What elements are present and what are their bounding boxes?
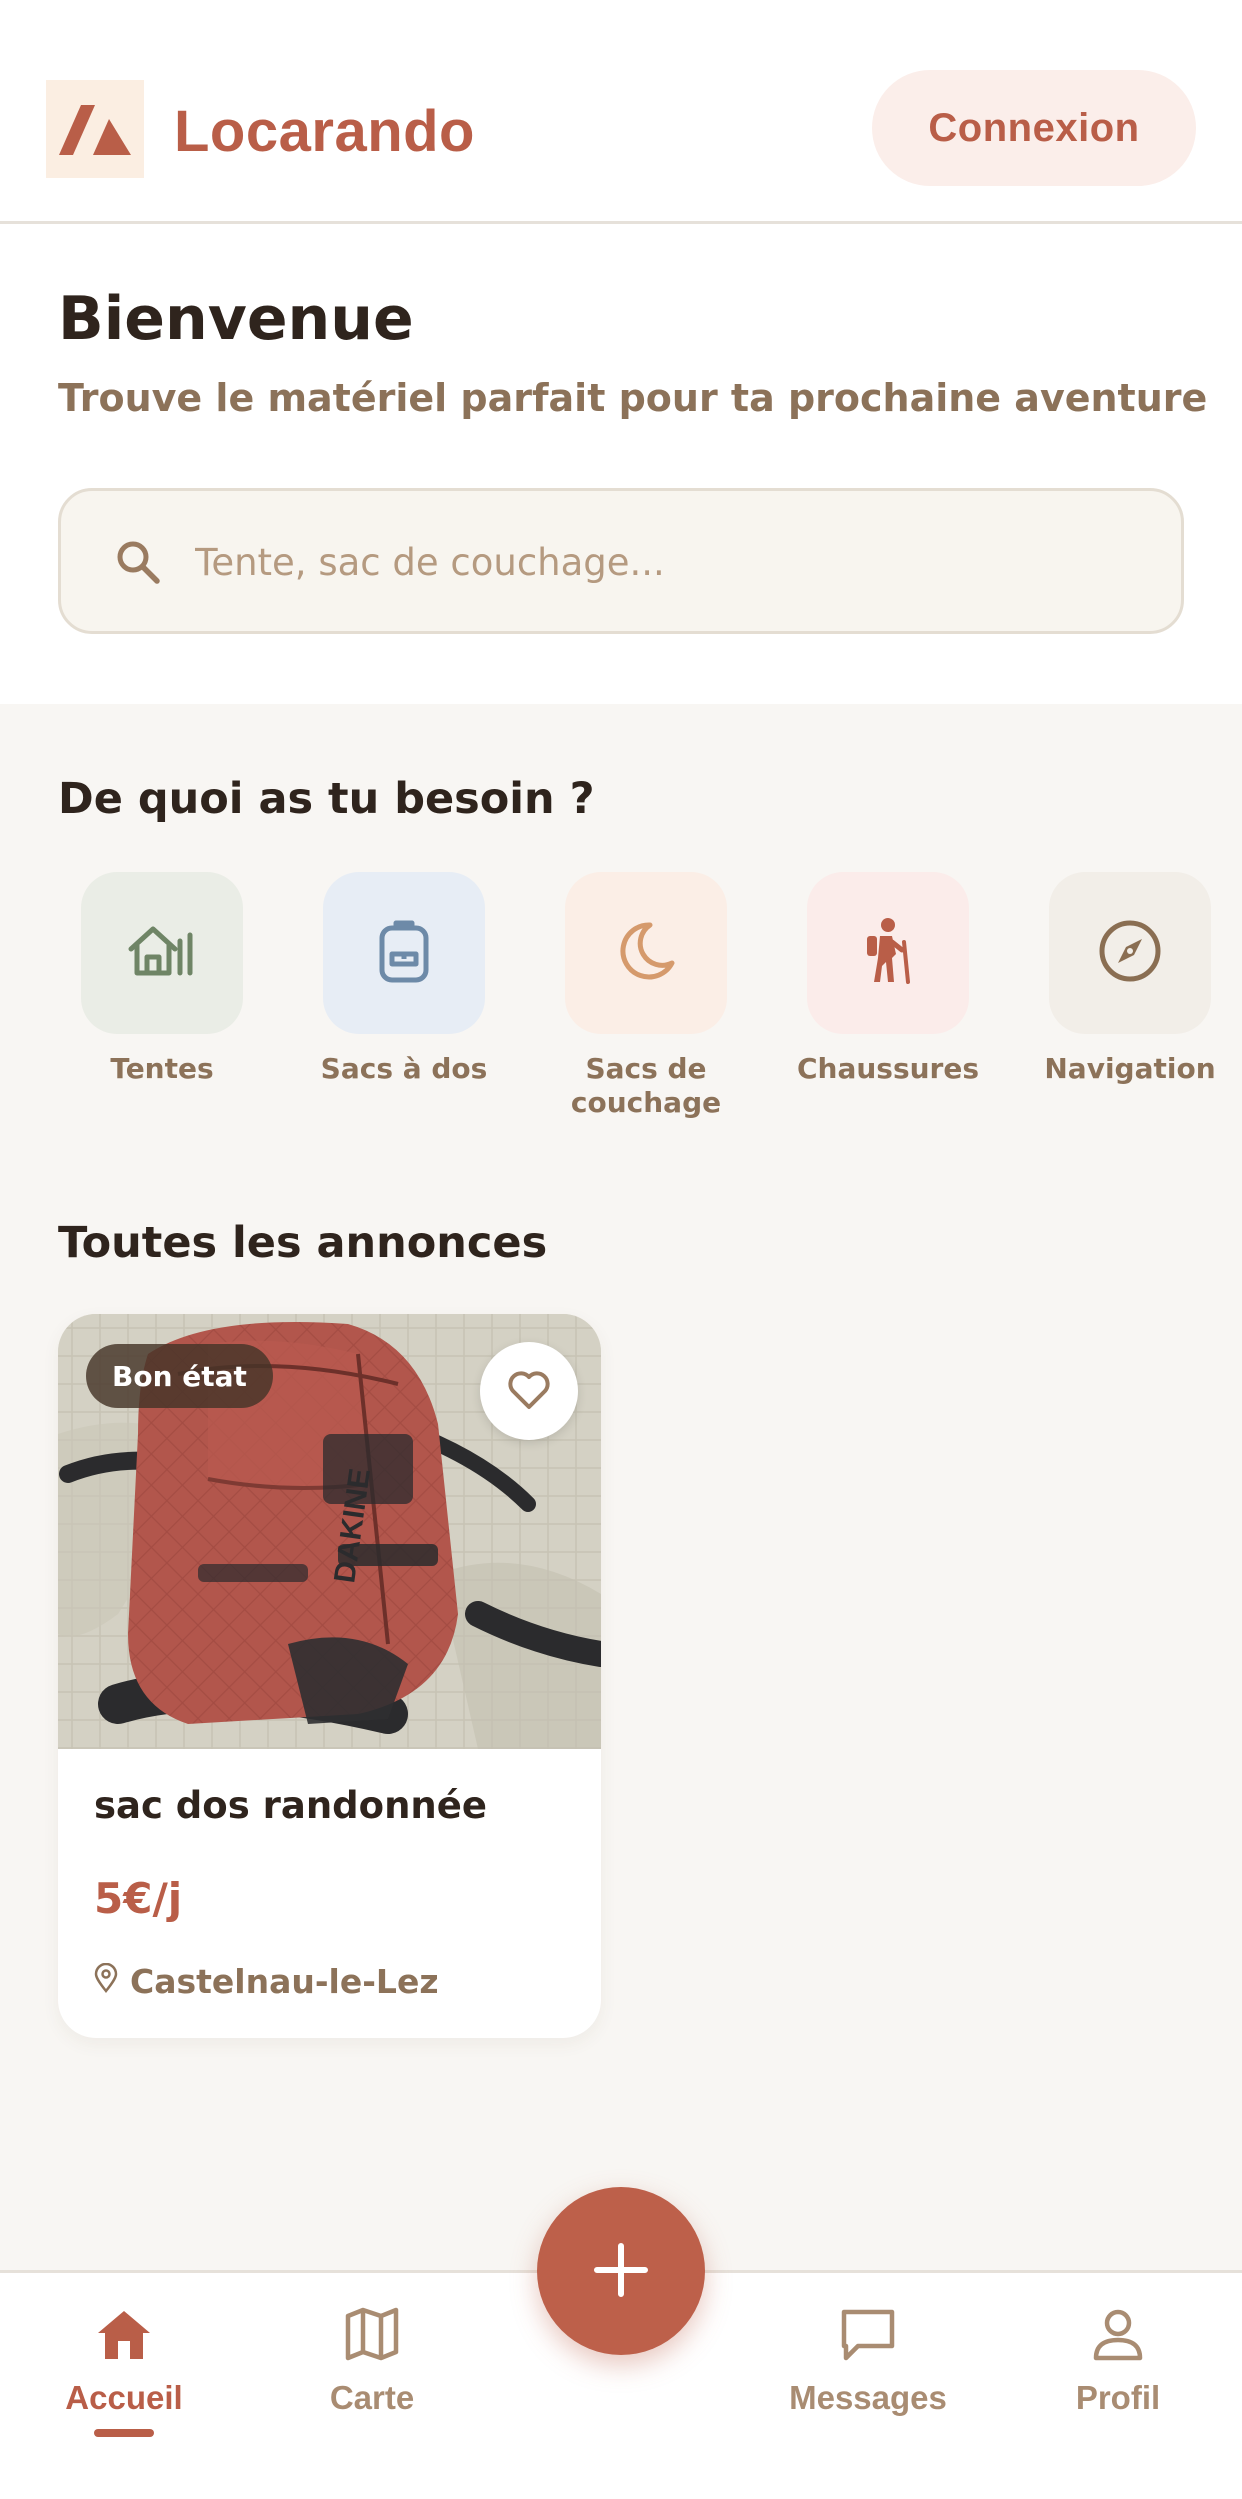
nav-label: Carte bbox=[329, 2379, 415, 2416]
user-icon bbox=[1008, 2299, 1228, 2369]
category-navigation[interactable]: Navigation bbox=[1010, 872, 1242, 1086]
listing-photo: DAKINE Bon état bbox=[58, 1314, 601, 1749]
listing-location: Castelnau-le-Lez bbox=[94, 1962, 439, 2001]
category-label: Chaussures bbox=[796, 1052, 980, 1085]
search-input[interactable] bbox=[195, 527, 1095, 597]
nav-label: Profil bbox=[1075, 2379, 1161, 2416]
category-label: Sacs à dos bbox=[320, 1052, 488, 1085]
search-bar[interactable] bbox=[58, 488, 1184, 634]
category-label: Sacs de couchage bbox=[570, 1052, 722, 1119]
nav-label: Messages bbox=[789, 2379, 947, 2416]
category-tile bbox=[565, 872, 727, 1034]
welcome-section: Bienvenue Trouve le matériel parfait pou… bbox=[0, 224, 1242, 704]
categories-title: De quoi as tu besoin ? bbox=[58, 774, 595, 824]
logo-icon bbox=[46, 80, 144, 178]
app-name: Locarando bbox=[174, 99, 475, 164]
moon-icon bbox=[614, 919, 678, 987]
category-label: Tentes bbox=[110, 1052, 214, 1085]
listing-card[interactable]: DAKINE Bon état sac dos randonnée 5€/j C… bbox=[58, 1314, 601, 2038]
chat-icon bbox=[758, 2299, 978, 2369]
heart-icon bbox=[506, 1369, 552, 1414]
listing-title: sac dos randonnée bbox=[94, 1784, 487, 1827]
tent-icon bbox=[127, 921, 197, 985]
category-tile bbox=[1049, 872, 1211, 1034]
category-label: Navigation bbox=[1044, 1052, 1216, 1085]
nav-item-profil[interactable]: Profil bbox=[1008, 2299, 1228, 2417]
home-icon bbox=[14, 2299, 234, 2369]
location-pin-icon bbox=[94, 1962, 118, 2001]
plus-icon bbox=[591, 2240, 651, 2303]
nav-item-accueil[interactable]: Accueil bbox=[14, 2299, 234, 2437]
category-tile bbox=[323, 872, 485, 1034]
welcome-title: Bienvenue bbox=[58, 284, 414, 354]
search-icon bbox=[113, 537, 163, 591]
backpack-icon bbox=[374, 918, 434, 988]
category-sacs-a-dos[interactable]: Sacs à dos bbox=[284, 872, 524, 1086]
welcome-subtitle: Trouve le matériel parfait pour ta proch… bbox=[58, 376, 1208, 420]
listings-title: Toutes les annonces bbox=[58, 1218, 548, 1268]
nav-label: Accueil bbox=[65, 2379, 183, 2416]
login-button[interactable]: Connexion bbox=[872, 70, 1196, 186]
app-header: Locarando Connexion bbox=[0, 0, 1242, 224]
category-sacs-de-couchage[interactable]: Sacs de couchage bbox=[526, 872, 766, 1120]
map-icon bbox=[262, 2299, 482, 2369]
active-indicator bbox=[94, 2429, 154, 2437]
listing-location-text: Castelnau-le-Lez bbox=[130, 1962, 439, 2001]
compass-icon bbox=[1097, 918, 1163, 988]
condition-badge: Bon état bbox=[86, 1344, 273, 1408]
category-tile bbox=[807, 872, 969, 1034]
hiker-icon bbox=[858, 916, 918, 990]
nav-item-carte[interactable]: Carte bbox=[262, 2299, 482, 2417]
category-tile bbox=[81, 872, 243, 1034]
favorite-button[interactable] bbox=[480, 1342, 578, 1440]
app-screen: Locarando Connexion Bienvenue Trouve le … bbox=[0, 0, 1242, 2499]
category-chaussures[interactable]: Chaussures bbox=[768, 872, 1008, 1086]
listing-price: 5€/j bbox=[94, 1874, 183, 1923]
nav-item-messages[interactable]: Messages bbox=[758, 2299, 978, 2417]
add-listing-button[interactable] bbox=[537, 2187, 705, 2355]
category-tentes[interactable]: Tentes bbox=[42, 872, 282, 1086]
